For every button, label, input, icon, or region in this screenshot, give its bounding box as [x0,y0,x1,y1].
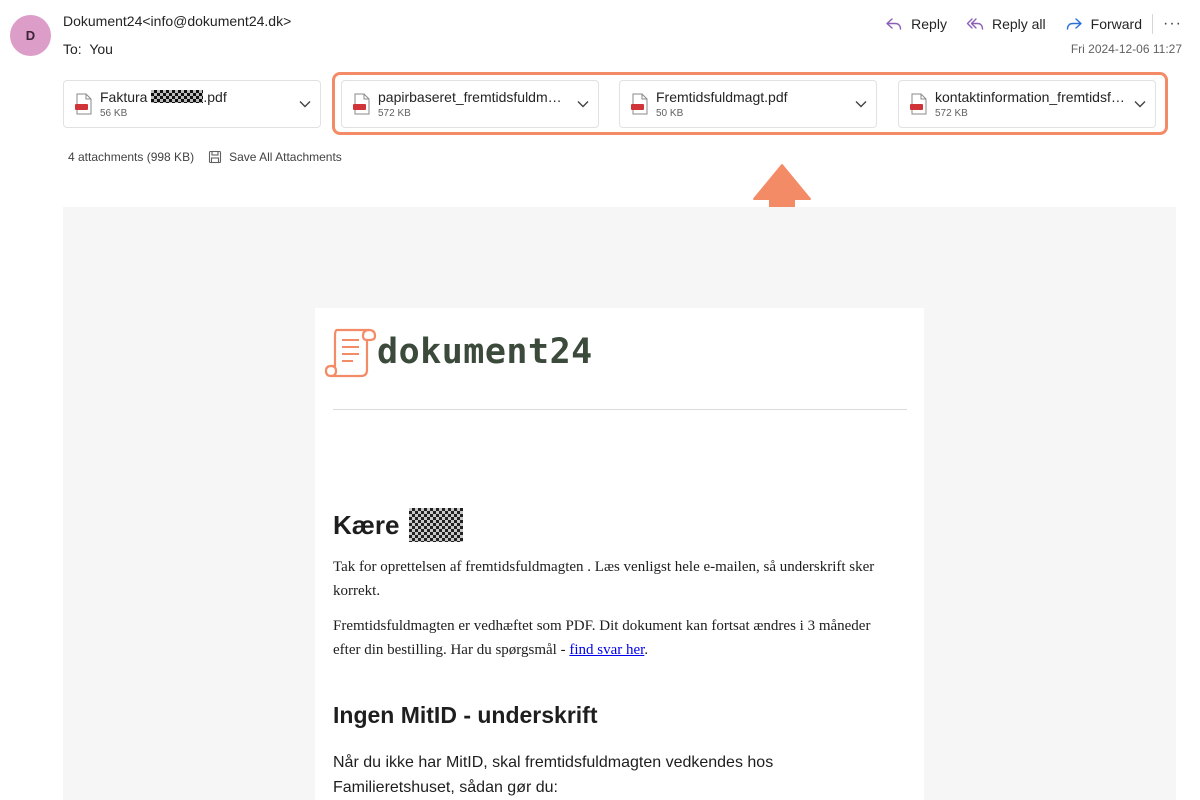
attachment-meta: kontaktinformation_fremtidsfuldmagt.pdf … [935,89,1125,120]
attachment-size: 572 KB [935,107,968,119]
forward-button[interactable]: Forward [1064,14,1142,34]
attachments-summary: 4 attachments (998 KB) Save All Attachme… [68,150,342,164]
pdf-file-icon [75,93,92,115]
section-heading: Ingen MitID - underskrift [333,702,598,728]
message-datetime: Fri 2024-12-06 11:27 [1070,42,1182,56]
sender-avatar[interactable]: D [10,15,51,56]
attachment-card[interactable]: Fremtidsfuldmagt.pdf 50 KB [619,80,877,128]
attachment-menu-button[interactable] [1125,97,1155,111]
reply-label: Reply [911,16,947,32]
action-divider [1152,14,1154,34]
redacted-block [151,89,204,103]
greeting-text: Kære [333,509,400,540]
chevron-down-icon [299,101,311,108]
reply-all-button[interactable]: Reply all [965,14,1046,34]
attachment-menu-button[interactable] [846,97,876,111]
attachment-card[interactable]: kontaktinformation_fremtidsfuldmagt.pdf … [898,80,1156,128]
attachment-card[interactable]: Faktura .pdf 56 KB [63,80,321,128]
pdf-file-icon [631,93,648,115]
attachment-name: papirbaseret_fremtidsfuldmagt.pdf [378,88,568,105]
attachment-card[interactable]: papirbaseret_fremtidsfuldmagt.pdf 572 KB [341,80,599,128]
attachment-name: kontaktinformation_fremtidsfuldmagt.pdf [935,88,1125,105]
more-options-icon[interactable]: ··· [1163,15,1182,33]
scroll-document-icon [324,328,377,378]
attachment-size: 56 KB [100,107,128,119]
pdf-file-icon [353,93,370,115]
save-icon [209,150,222,164]
dokument24-logo[interactable]: dokument24 [323,324,593,380]
reply-all-label: Reply all [991,16,1046,32]
forward-icon [1066,18,1082,30]
intro-paragraph: Tak for oprettelsen af fremtidsfuldmagte… [333,559,875,599]
reply-button[interactable]: Reply [884,14,947,34]
save-all-label: Save All Attachments [229,150,342,164]
logo-wordmark: dokument24 [377,332,593,372]
chevron-down-icon [1134,101,1146,108]
recipient-line: To: You [63,41,113,57]
attachment-meta: papirbaseret_fremtidsfuldmagt.pdf 572 KB [378,89,568,120]
attachment-size: 572 KB [378,107,411,119]
reply-icon [886,18,902,30]
greeting-heading: Kære [333,508,464,542]
mitid-paragraph: Når du ikke har MitID, skal fremtidsfuld… [333,754,774,796]
save-all-attachments-button[interactable]: Save All Attachments [208,150,342,164]
attachment-size: 50 KB [656,107,684,119]
attachment-menu-button[interactable] [568,97,598,111]
sender-name[interactable]: Dokument24<info@dokument24.dk> [63,13,291,29]
faq-link[interactable]: find svar her [569,642,644,658]
redacted-name-block [409,508,464,542]
pdf-file-icon [910,93,927,115]
attachment-meta: Fremtidsfuldmagt.pdf 50 KB [656,89,846,120]
reply-all-icon [966,18,984,30]
attachment-meta: Faktura .pdf 56 KB [100,89,290,120]
attachment-menu-button[interactable] [290,97,320,111]
attachment-count: 4 attachments (998 KB) [68,150,195,164]
chevron-down-icon [577,101,589,108]
avatar-initial: D [25,28,36,43]
email-content-card: dokument24 Kære Tak for oprettelsen af f… [315,308,924,800]
forward-label: Forward [1090,16,1143,32]
message-actions: Reply Reply all Forward ··· [866,12,1182,36]
recipient-value[interactable]: You [89,41,113,57]
header-divider [333,409,907,410]
attachment-name: Faktura .pdf [100,88,227,105]
attachment-name: Fremtidsfuldmagt.pdf [656,88,788,105]
to-label: To: [63,41,82,57]
chevron-down-icon [855,101,867,108]
info-paragraph: Fremtidsfuldmagten er vedhæftet som PDF.… [333,618,871,658]
